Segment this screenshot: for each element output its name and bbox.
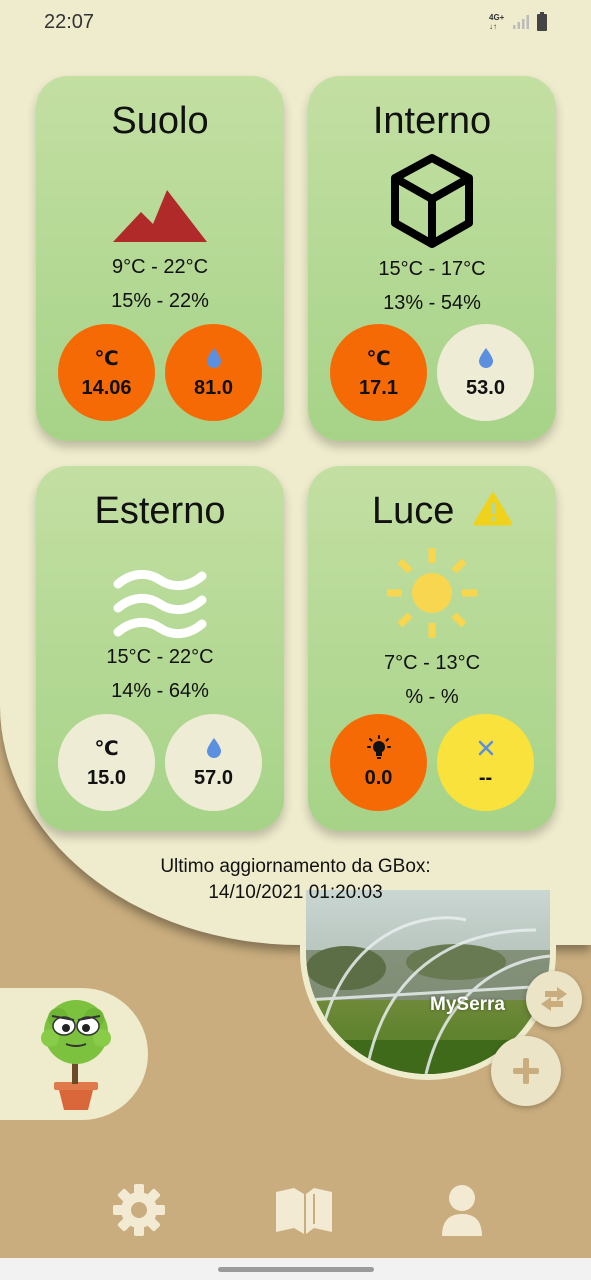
lightbulb-icon [366,735,391,761]
temperature-range: 15°C - 17°C [378,258,486,280]
book-icon [276,1188,332,1234]
temperature-bubble[interactable]: ℃ 14.06 [58,324,155,421]
temperature-value: 15.0 [87,767,126,789]
humidity-range: 14% - 64% [111,680,209,702]
card-title: Esterno [94,490,226,532]
swap-greenhouse-button[interactable] [526,971,582,1027]
card-interno[interactable]: Interno 15°C - 17°C 13% - 54% ℃ 17.1 53.… [308,76,556,441]
humidity-range: 15% - 22% [111,290,209,312]
plant-mascot-tab[interactable] [0,988,148,1120]
close-icon [477,735,495,761]
status-time: 22:07 [44,11,95,33]
battery-icon [537,12,547,31]
nav-profile[interactable] [440,1184,484,1243]
card-title: Suolo [111,100,209,142]
last-update-label: Ultimo aggiornamento da GBox: [160,856,431,877]
humidity-bubble[interactable]: 81.0 [165,324,262,421]
last-update: Ultimo aggiornamento da GBox: 14/10/2021… [0,854,591,906]
nav-guide[interactable] [274,1186,334,1241]
humidity-bubble[interactable]: 57.0 [165,714,262,811]
last-update-timestamp: 14/10/2021 01:20:03 [208,882,383,903]
light-value: 0.0 [364,767,393,789]
signal-icon [513,15,529,29]
card-suolo[interactable]: Suolo 9°C - 22°C 15% - 22% ℃ 14.06 81.0 [36,76,284,441]
card-title: Luce [372,490,455,532]
card-title: Interno [372,100,492,142]
card-esterno[interactable]: Esterno 15°C - 22°C 14% - 64% ℃ 15.0 57.… [36,466,284,831]
water-drop-icon [478,345,494,371]
light-status-value: -- [478,767,493,789]
warning-icon[interactable] [474,492,512,526]
network-type: 4G+ ↓↑ [489,13,505,31]
mountain-icon [36,172,284,262]
status-bar: 22:07 4G+ ↓↑ [0,0,591,48]
add-greenhouse-button[interactable] [491,1036,561,1106]
home-indicator[interactable] [218,1267,374,1272]
greenhouse-name[interactable]: MySerra [430,994,505,1016]
humidity-range: % - % [405,686,459,708]
humidity-range: 13% - 54% [383,292,481,314]
plant-mascot-icon [41,1000,111,1110]
celsius-icon: ℃ [366,347,391,370]
humidity-value: 53.0 [466,377,505,399]
light-bubble[interactable]: 0.0 [330,714,427,811]
card-luce[interactable]: Luce 7°C - 13°C % - % 0.0 -- [308,466,556,831]
humidity-value: 81.0 [194,377,233,399]
temperature-range: 7°C - 13°C [383,652,481,674]
temperature-range: 15°C - 22°C [106,646,214,668]
water-drop-icon [206,735,222,761]
plus-icon [513,1058,539,1084]
temperature-value: 14.06 [81,377,132,399]
gear-icon [113,1184,165,1236]
user-icon [442,1185,482,1236]
wind-waves-icon [36,562,284,652]
humidity-bubble[interactable]: 53.0 [437,324,534,421]
nav-settings[interactable] [112,1183,166,1242]
humidity-value: 57.0 [194,767,233,789]
temperature-bubble[interactable]: ℃ 17.1 [330,324,427,421]
celsius-icon: ℃ [94,347,119,370]
cube-icon [308,154,556,248]
temperature-value: 17.1 [359,377,398,399]
sun-icon [308,548,556,638]
temperature-bubble[interactable]: ℃ 15.0 [58,714,155,811]
swap-icon [541,987,567,1011]
celsius-icon: ℃ [94,737,119,760]
light-status-bubble[interactable]: -- [437,714,534,811]
water-drop-icon [206,345,222,371]
temperature-range: 9°C - 22°C [111,256,209,278]
